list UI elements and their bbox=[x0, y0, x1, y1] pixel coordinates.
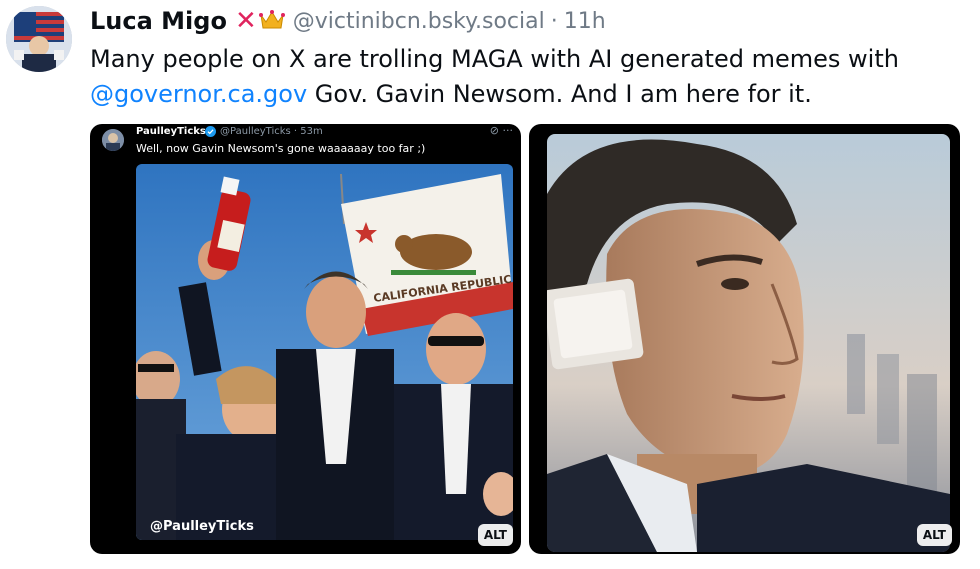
inner-author-name: PaulleyTicks bbox=[136, 126, 206, 137]
mention-link[interactable]: @governor.ca.gov bbox=[90, 80, 307, 108]
post-text-before: Many people on X are trolling MAGA with … bbox=[90, 45, 899, 73]
meme-watermark: @PaulleyTicks bbox=[150, 519, 254, 534]
inner-avatar bbox=[102, 129, 124, 151]
post-header: Luca Migo ✕ @victinibcn.bsky.social · 11… bbox=[90, 6, 606, 36]
post-time[interactable]: 11h bbox=[564, 9, 606, 34]
alt-badge[interactable]: ALT bbox=[477, 524, 513, 546]
inner-post-text: Well, now Gavin Newsom's gone waaaaaay t… bbox=[136, 142, 426, 155]
inner-more-icon: ⊘ ··· bbox=[489, 124, 513, 137]
inner-post-header: PaulleyTicks @PaulleyTicks · 53m ⊘ ··· W… bbox=[90, 124, 521, 162]
author-handle[interactable]: @victinibcn.bsky.social bbox=[293, 9, 545, 34]
post-text: Many people on X are trolling MAGA with … bbox=[90, 42, 970, 112]
portrait-photo bbox=[547, 134, 950, 552]
alt-badge[interactable]: ALT bbox=[916, 524, 952, 546]
embedded-image-1[interactable]: PaulleyTicks @PaulleyTicks · 53m ⊘ ··· W… bbox=[90, 124, 521, 554]
avatar-image bbox=[6, 6, 72, 72]
separator: · bbox=[550, 8, 558, 34]
meme-photo: CALIFORNIA REPUBLIC @PaulleyTicks bbox=[136, 164, 513, 540]
crown-emoji-icon bbox=[258, 9, 285, 34]
verified-badge-icon bbox=[205, 126, 216, 137]
inner-author-handle: @PaulleyTicks · 53m bbox=[220, 126, 323, 137]
display-name[interactable]: Luca Migo bbox=[90, 7, 227, 35]
embedded-image-2[interactable]: ALT bbox=[529, 124, 960, 554]
author-avatar[interactable] bbox=[6, 6, 72, 72]
bandage bbox=[547, 278, 644, 370]
post-text-after: Gov. Gavin Newsom. And I am here for it. bbox=[307, 80, 812, 108]
cross-mark-emoji-icon: ✕ bbox=[234, 6, 257, 36]
